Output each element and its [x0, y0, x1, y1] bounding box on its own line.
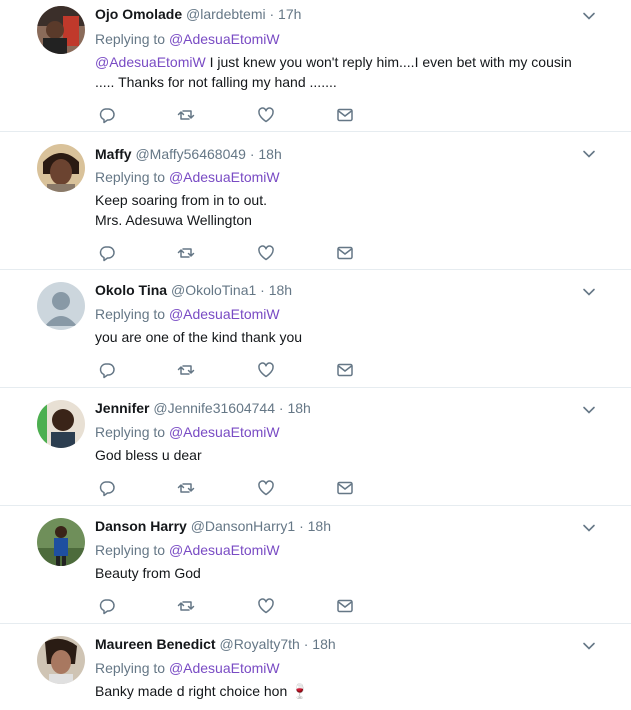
envelope-icon[interactable] [336, 479, 354, 497]
reply-icon[interactable] [98, 244, 116, 262]
mention-link[interactable]: @AdesuaEtomiW [95, 54, 206, 70]
reply-icon[interactable] [98, 361, 116, 379]
tweet-header: Ojo Omolade @lardebtemi · 17h [95, 5, 301, 23]
reply-tweet[interactable]: Danson Harry @DansonHarry1 · 18h Replyin… [0, 506, 631, 624]
separator-dot: · [269, 6, 275, 22]
envelope-icon[interactable] [336, 597, 354, 615]
replying-to-link[interactable]: @AdesuaEtomiW [169, 424, 280, 440]
tweet-text: God bless u dear [95, 447, 202, 463]
separator-dot: · [278, 400, 284, 416]
display-name[interactable]: Maureen Benedict [95, 636, 216, 652]
tweet-header: Okolo Tina @OkoloTina1 · 18h [95, 281, 292, 299]
timestamp[interactable]: 18h [269, 282, 292, 298]
envelope-icon[interactable] [336, 106, 354, 124]
avatar[interactable] [37, 400, 85, 448]
tweet-header: Jennifer @Jennife31604744 · 18h [95, 399, 311, 417]
retweet-icon[interactable] [177, 106, 195, 124]
envelope-icon[interactable] [336, 361, 354, 379]
separator-dot: · [299, 518, 304, 534]
replying-to: Replying to @AdesuaEtomiW [95, 305, 280, 323]
envelope-icon[interactable] [336, 244, 354, 262]
chevron-down-icon[interactable] [581, 284, 597, 300]
display-name[interactable]: Danson Harry [95, 518, 187, 534]
heart-icon[interactable] [257, 244, 275, 262]
chevron-down-icon[interactable] [581, 146, 597, 162]
chevron-down-icon[interactable] [581, 520, 597, 536]
tweet-header: Danson Harry @DansonHarry1 · 18h [95, 517, 331, 535]
replying-to-label: Replying to [95, 660, 166, 676]
chevron-down-icon[interactable] [581, 402, 597, 418]
reply-tweet[interactable]: Maureen Benedict @Royalty7th · 18h Reply… [0, 624, 631, 710]
replying-to: Replying to @AdesuaEtomiW [95, 168, 280, 186]
reply-icon[interactable] [98, 597, 116, 615]
user-handle[interactable]: @Jennife31604744 [153, 400, 275, 416]
avatar[interactable] [37, 636, 85, 684]
avatar[interactable] [37, 144, 85, 192]
timestamp[interactable]: 18h [308, 518, 331, 534]
reply-tweet[interactable]: Maffy @Maffy56468049 · 18h Replying to @… [0, 132, 631, 270]
heart-icon[interactable] [257, 361, 275, 379]
user-handle[interactable]: @DansonHarry1 [191, 518, 295, 534]
replying-to: Replying to @AdesuaEtomiW [95, 659, 280, 677]
replying-to-link[interactable]: @AdesuaEtomiW [169, 542, 280, 558]
display-name[interactable]: Maffy [95, 146, 132, 162]
retweet-icon[interactable] [177, 244, 195, 262]
chevron-down-icon[interactable] [581, 638, 597, 654]
replying-to-label: Replying to [95, 169, 166, 185]
replying-to-label: Replying to [95, 542, 166, 558]
user-handle[interactable]: @Maffy56468049 [135, 146, 245, 162]
tweet-text: Banky made d right choice hon 🍷 [95, 683, 309, 699]
replying-to: Replying to @AdesuaEtomiW [95, 541, 280, 559]
tweet-text: you are one of the kind thank you [95, 329, 303, 345]
separator-dot: · [260, 282, 265, 298]
tweet-text: @AdesuaEtomiW I just knew you won't repl… [95, 52, 590, 92]
retweet-icon[interactable] [177, 597, 195, 615]
retweet-icon[interactable] [177, 361, 195, 379]
separator-dot: · [303, 636, 309, 652]
replying-to-link[interactable]: @AdesuaEtomiW [169, 660, 280, 676]
display-name[interactable]: Ojo Omolade [95, 6, 182, 22]
timestamp[interactable]: 17h [278, 6, 301, 22]
retweet-icon[interactable] [177, 479, 195, 497]
tweet-header: Maureen Benedict @Royalty7th · 18h [95, 635, 336, 653]
heart-icon[interactable] [257, 106, 275, 124]
timestamp[interactable]: 18h [312, 636, 335, 652]
reply-tweet[interactable]: Jennifer @Jennife31604744 · 18h Replying… [0, 388, 631, 506]
heart-icon[interactable] [257, 597, 275, 615]
replying-to-link[interactable]: @AdesuaEtomiW [169, 31, 280, 47]
tweet-text: Keep soaring from in to out. Mrs. Adesuw… [95, 192, 267, 228]
replying-to-label: Replying to [95, 306, 166, 322]
avatar[interactable] [37, 518, 85, 566]
avatar[interactable] [37, 282, 85, 330]
avatar[interactable] [37, 6, 85, 54]
user-handle[interactable]: @lardebtemi [186, 6, 266, 22]
timestamp[interactable]: 18h [258, 146, 281, 162]
display-name[interactable]: Okolo Tina [95, 282, 167, 298]
replying-to: Replying to @AdesuaEtomiW [95, 423, 280, 441]
display-name[interactable]: Jennifer [95, 400, 149, 416]
separator-dot: · [249, 146, 255, 162]
reply-tweet[interactable]: Okolo Tina @OkoloTina1 · 18h Replying to… [0, 270, 631, 388]
reply-tweet[interactable]: Ojo Omolade @lardebtemi · 17h Replying t… [0, 0, 631, 132]
replying-to-link[interactable]: @AdesuaEtomiW [169, 306, 280, 322]
tweet-header: Maffy @Maffy56468049 · 18h [95, 145, 282, 163]
replying-to-label: Replying to [95, 424, 166, 440]
timestamp[interactable]: 18h [287, 400, 310, 416]
replying-to-link[interactable]: @AdesuaEtomiW [169, 169, 280, 185]
user-handle[interactable]: @Royalty7th [219, 636, 299, 652]
heart-icon[interactable] [257, 479, 275, 497]
replying-to: Replying to @AdesuaEtomiW [95, 30, 280, 48]
reply-icon[interactable] [98, 106, 116, 124]
reply-icon[interactable] [98, 479, 116, 497]
chevron-down-icon[interactable] [581, 8, 597, 24]
user-handle[interactable]: @OkoloTina1 [171, 282, 256, 298]
tweet-text: Beauty from God [95, 565, 201, 581]
replying-to-label: Replying to [95, 31, 166, 47]
